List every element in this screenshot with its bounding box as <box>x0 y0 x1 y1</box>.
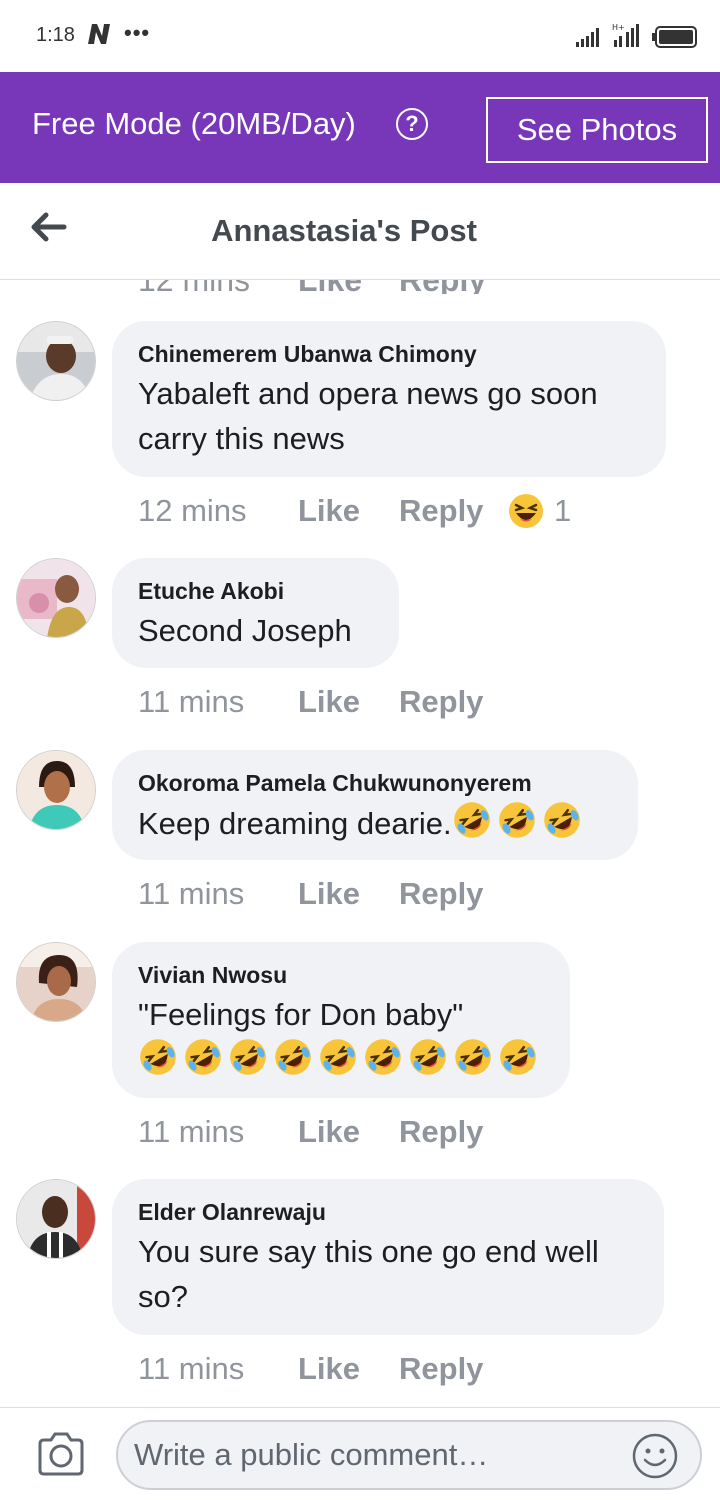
laughing-emoji-icon <box>185 1039 221 1075</box>
more-dots-icon: ••• <box>124 20 151 45</box>
comment-input[interactable] <box>116 1420 702 1490</box>
avatar[interactable] <box>16 321 96 401</box>
comment-actions: 11 mins Like Reply <box>138 1351 483 1387</box>
signal-icon: H+ <box>612 23 639 47</box>
free-mode-label: Free Mode (20MB/Day) <box>32 106 356 141</box>
comment-text: Second Joseph <box>138 613 352 648</box>
emoji-row <box>138 1039 543 1078</box>
laughing-emoji-icon <box>455 1039 491 1075</box>
like-link[interactable]: Like <box>298 684 360 720</box>
status-icons: H+ <box>576 22 698 48</box>
status-time: 1:18 <box>36 24 75 46</box>
comment-time: 12 mins <box>138 493 247 528</box>
comment-text: Yabaleft and opera news go soon carry th… <box>138 376 598 456</box>
comment-author[interactable]: Vivian Nwosu <box>138 960 544 990</box>
haha-reaction-icon <box>509 494 543 528</box>
laughing-emoji-icon <box>230 1039 266 1075</box>
signal-icon <box>576 28 599 47</box>
like-link[interactable]: Like <box>298 1351 360 1387</box>
laughing-emoji-icon <box>410 1039 446 1075</box>
laughing-emoji-icon <box>320 1039 356 1075</box>
avatar[interactable] <box>16 750 96 830</box>
smiley-icon[interactable] <box>632 1433 678 1479</box>
comment-author[interactable]: Elder Olanrewaju <box>138 1197 638 1227</box>
reply-link[interactable]: Reply <box>399 1351 483 1387</box>
laughing-emoji-icon <box>543 802 580 838</box>
laughing-emoji-icon <box>365 1039 401 1075</box>
comment-bubble[interactable]: Chinemerem Ubanwa Chimony Yabaleft and o… <box>112 321 666 477</box>
like-link[interactable]: Like <box>298 493 360 529</box>
laughing-emoji-icon <box>453 802 490 838</box>
reaction-summary[interactable]: 1 <box>508 493 571 529</box>
comment-text-content: Keep dreaming dearie. <box>138 806 452 841</box>
comment-actions: 11 mins Like Reply <box>138 684 483 720</box>
comment-bubble[interactable]: Okoroma Pamela Chukwunonyerem Keep dream… <box>112 750 638 860</box>
reply-link[interactable]: Reply <box>399 493 483 529</box>
comment-time: 11 mins <box>138 1114 245 1149</box>
battery-icon <box>652 26 697 48</box>
comment-bubble[interactable]: Etuche Akobi Second Joseph <box>112 558 399 668</box>
reaction-count: 1 <box>554 493 572 528</box>
comment-composer <box>0 1407 720 1500</box>
comment-text: You sure say this one go end well so? <box>138 1234 599 1314</box>
camera-icon[interactable] <box>36 1432 86 1476</box>
reply-link[interactable]: Reply <box>399 1114 483 1150</box>
laughing-emoji-icon <box>275 1039 311 1075</box>
like-link[interactable]: Like <box>298 280 362 294</box>
avatar[interactable] <box>16 558 96 638</box>
see-photos-button[interactable]: See Photos <box>486 97 708 163</box>
emoji-row <box>452 802 587 841</box>
comment-bubble[interactable]: Elder Olanrewaju You sure say this one g… <box>112 1179 664 1335</box>
comment-bubble[interactable]: Vivian Nwosu "Feelings for Don baby" <box>112 942 570 1098</box>
avatar[interactable] <box>16 942 96 1022</box>
comment-time: 12 mins <box>138 280 250 294</box>
comment-time: 11 mins <box>138 876 245 911</box>
svg-text:H+: H+ <box>612 23 625 32</box>
comment-text: "Feelings for Don baby" <box>138 992 544 1083</box>
reply-link[interactable]: Reply <box>399 280 486 294</box>
comment-actions: 11 mins Like Reply <box>138 1114 483 1150</box>
reply-link[interactable]: Reply <box>399 876 483 912</box>
comment-author[interactable]: Okoroma Pamela Chukwunonyerem <box>138 768 612 798</box>
post-header: Annastasia's Post <box>0 183 720 280</box>
avatar[interactable] <box>16 1179 96 1259</box>
laughing-emoji-icon <box>500 1039 536 1075</box>
comment-author[interactable]: Etuche Akobi <box>138 576 373 606</box>
comment-author[interactable]: Chinemerem Ubanwa Chimony <box>138 339 640 369</box>
laughing-emoji-icon <box>498 802 535 838</box>
status-bar: 1:18 ••• H+ <box>0 0 720 72</box>
reply-link[interactable]: Reply <box>399 684 483 720</box>
like-link[interactable]: Like <box>298 876 360 912</box>
page-title: Annastasia's Post <box>211 213 477 248</box>
like-link[interactable]: Like <box>298 1114 360 1150</box>
cutoff-comment-meta: 12 mins Like Reply <box>0 280 720 294</box>
laughing-emoji-icon <box>140 1039 176 1075</box>
help-icon[interactable]: ? <box>396 108 428 140</box>
comment-time: 11 mins <box>138 684 245 719</box>
comment-actions: 11 mins Like Reply <box>138 876 483 912</box>
comment-actions: 12 mins Like Reply 1 <box>138 493 571 529</box>
n-app-icon <box>88 24 110 44</box>
comment-text-content: "Feelings for Don baby" <box>138 997 464 1032</box>
comment-text: Keep dreaming dearie. <box>138 800 612 846</box>
comment-time: 11 mins <box>138 1351 245 1386</box>
